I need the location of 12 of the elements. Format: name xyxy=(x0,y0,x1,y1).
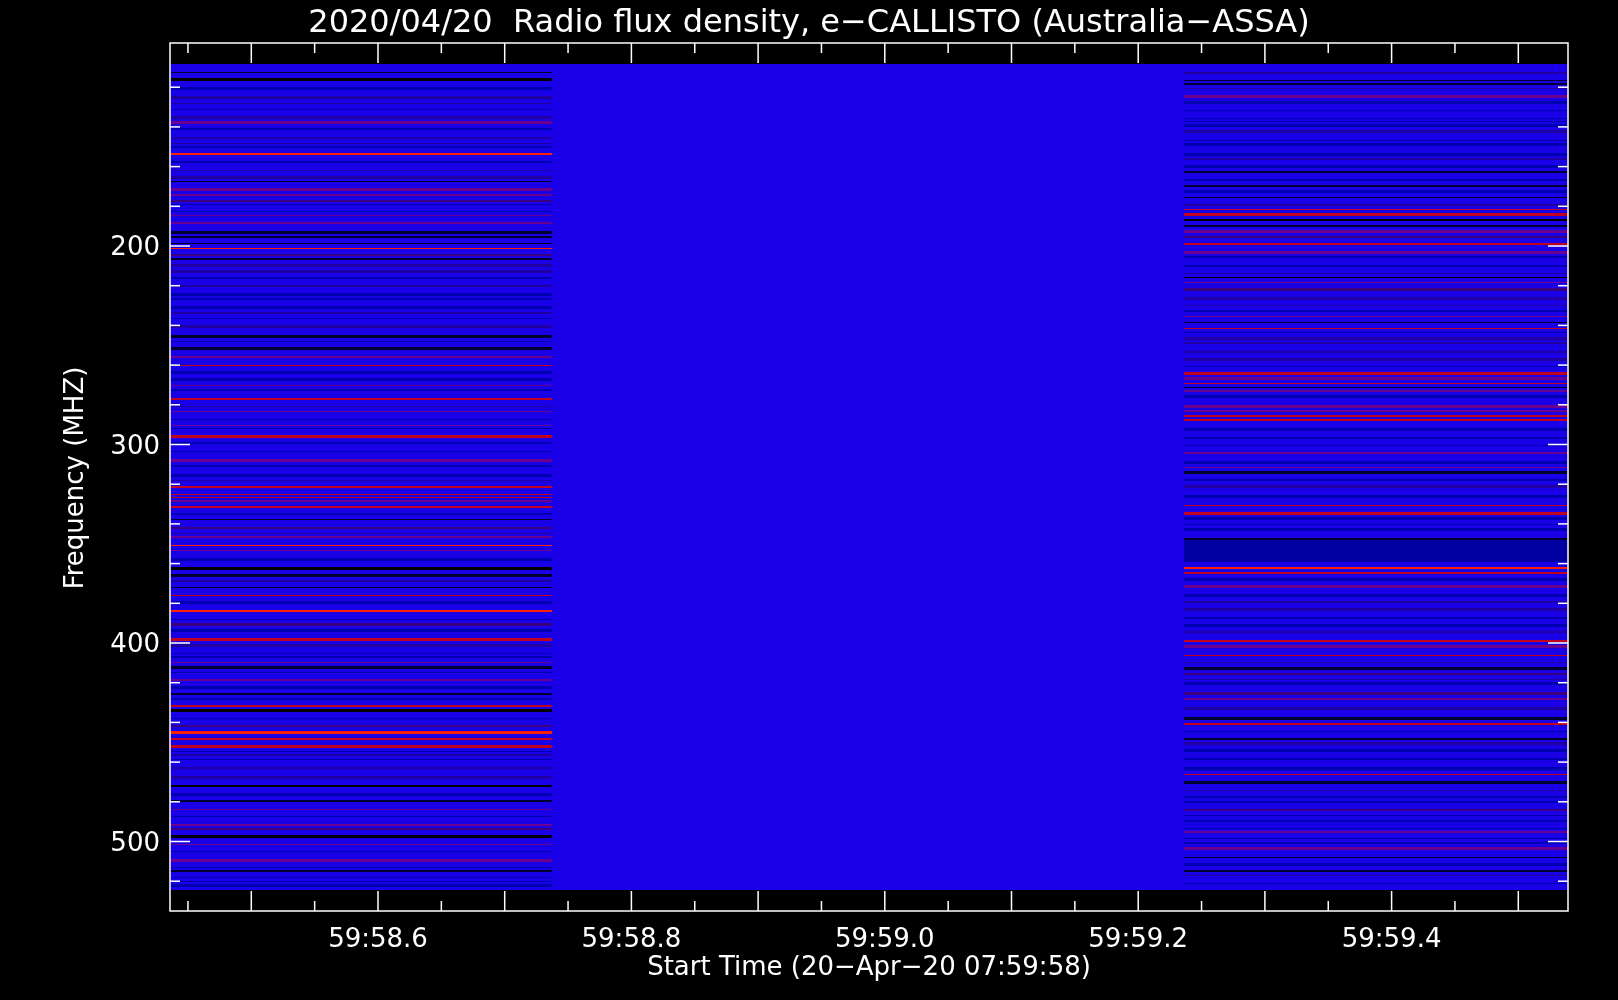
y-tick-label: 200 xyxy=(110,231,160,261)
x-tick-label: 59:59.2 xyxy=(1088,923,1189,953)
y-axis-label: Frequency (MHZ) xyxy=(59,366,89,590)
x-tick-label: 59:58.6 xyxy=(328,923,428,953)
x-tick-label: 59:59.4 xyxy=(1341,923,1442,953)
x-tick-label: 59:59.0 xyxy=(834,923,935,953)
chart-title: 2020/04/20 Radio flux density, e−CALLISTO (Australia−ASSA) xyxy=(308,2,1310,40)
x-axis-label: Start Time (20−Apr−20 07:59:58) xyxy=(647,951,1091,981)
y-tick-label: 500 xyxy=(110,826,160,857)
y-tick-label: 300 xyxy=(110,429,160,460)
x-tick-label: 59:58.8 xyxy=(581,923,682,953)
y-tick-label: 400 xyxy=(110,628,160,658)
